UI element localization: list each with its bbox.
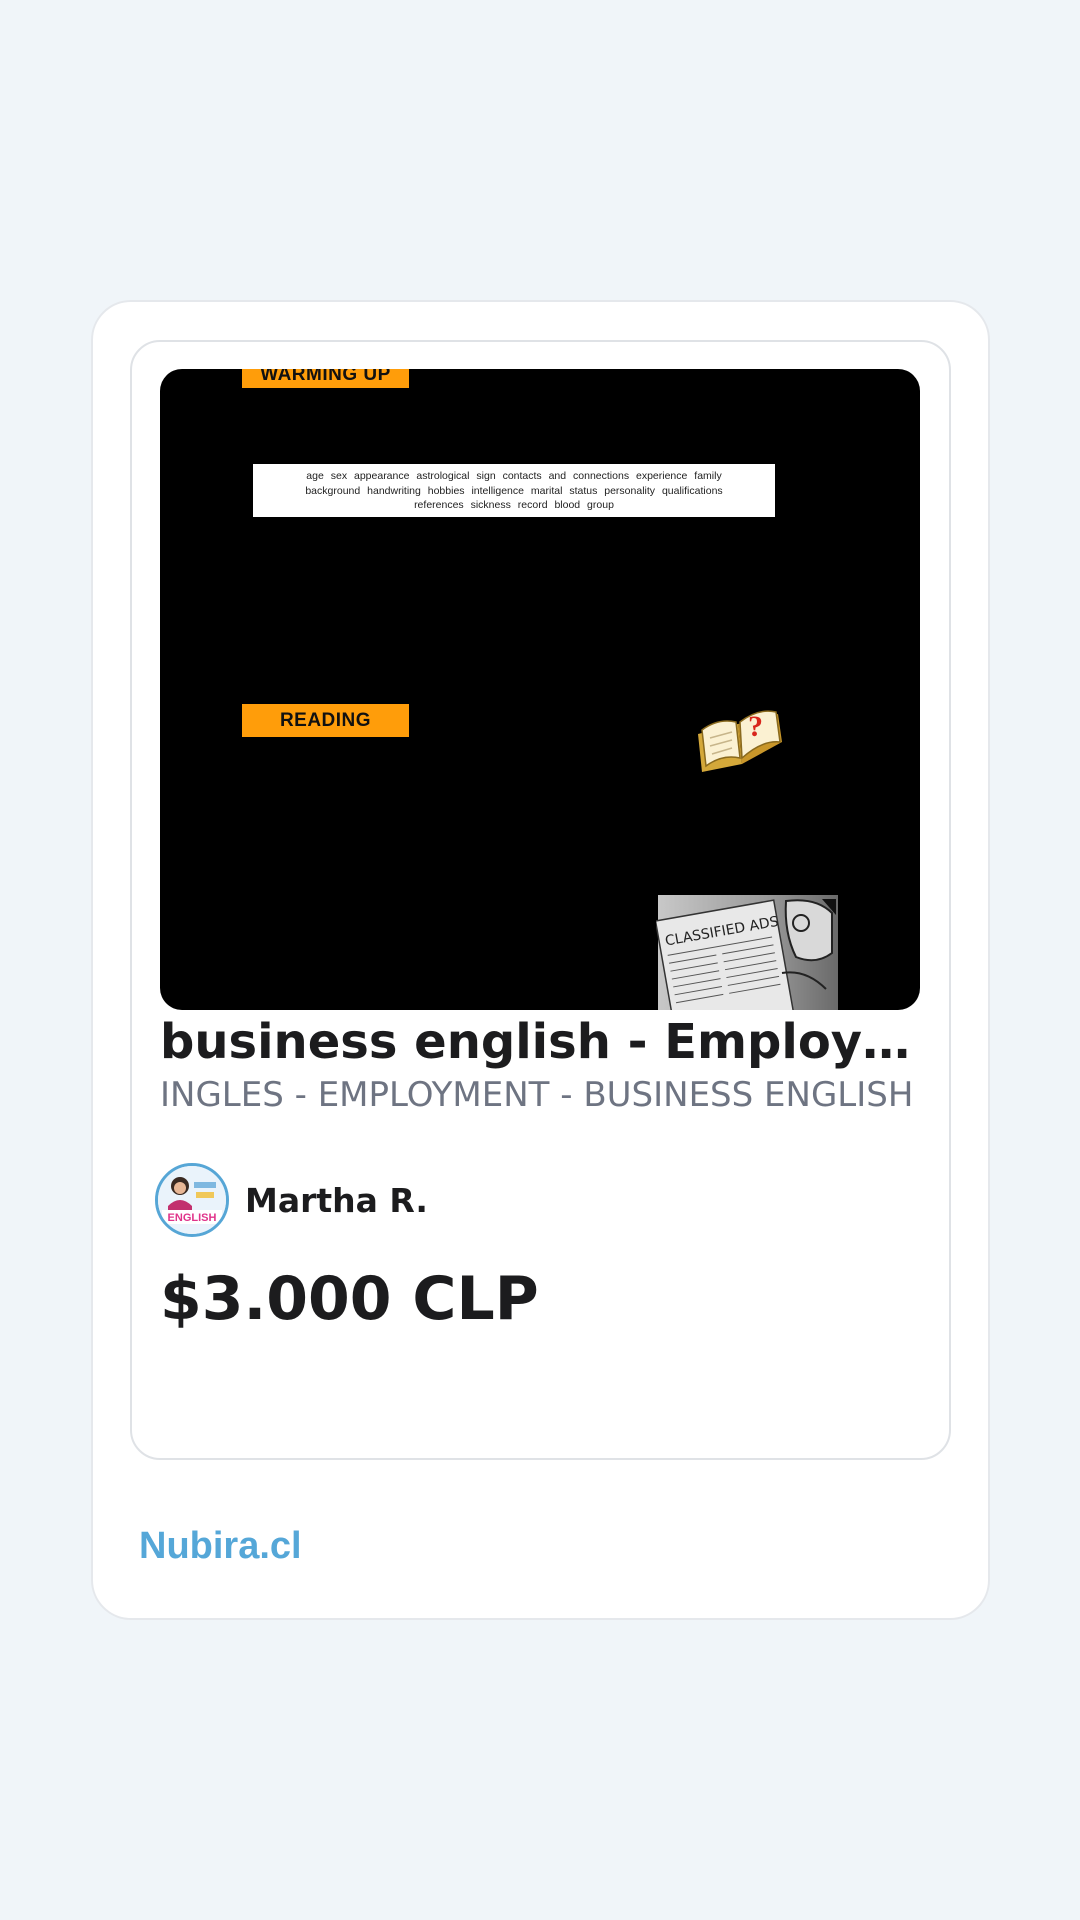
- author-info[interactable]: ENGLISH Martha R.: [155, 1163, 428, 1237]
- vocab-line: references sickness record blood group: [414, 499, 614, 511]
- author-avatar[interactable]: ENGLISH: [155, 1163, 229, 1237]
- avatar-image: ENGLISH: [158, 1166, 226, 1234]
- reading-tag: READING: [242, 704, 409, 737]
- product-thumbnail[interactable]: WARMING UP age sex appearance astrologic…: [160, 369, 920, 1010]
- vocabulary-box: age sex appearance astrological sign con…: [253, 464, 775, 517]
- warming-up-tag: WARMING UP: [242, 369, 409, 388]
- vocab-line: background handwriting hobbies intellige…: [305, 484, 723, 497]
- product-subtitle: INGLES - EMPLOYMENT - BUSINESS ENGLISH: [160, 1075, 914, 1115]
- vocab-line: age sex appearance astrological sign con…: [306, 470, 722, 482]
- avatar-text: ENGLISH: [168, 1212, 217, 1224]
- svg-text:?: ?: [748, 710, 763, 743]
- product-title[interactable]: business english - Employment: [160, 1013, 920, 1071]
- product-price: $3.000 CLP: [160, 1264, 539, 1334]
- brand-link[interactable]: Nubira.cl: [139, 1521, 302, 1571]
- open-book-icon: ?: [698, 710, 782, 772]
- newspaper-illustration: CLASSIFIED ADS: [656, 895, 838, 1010]
- author-name[interactable]: Martha R.: [245, 1181, 428, 1220]
